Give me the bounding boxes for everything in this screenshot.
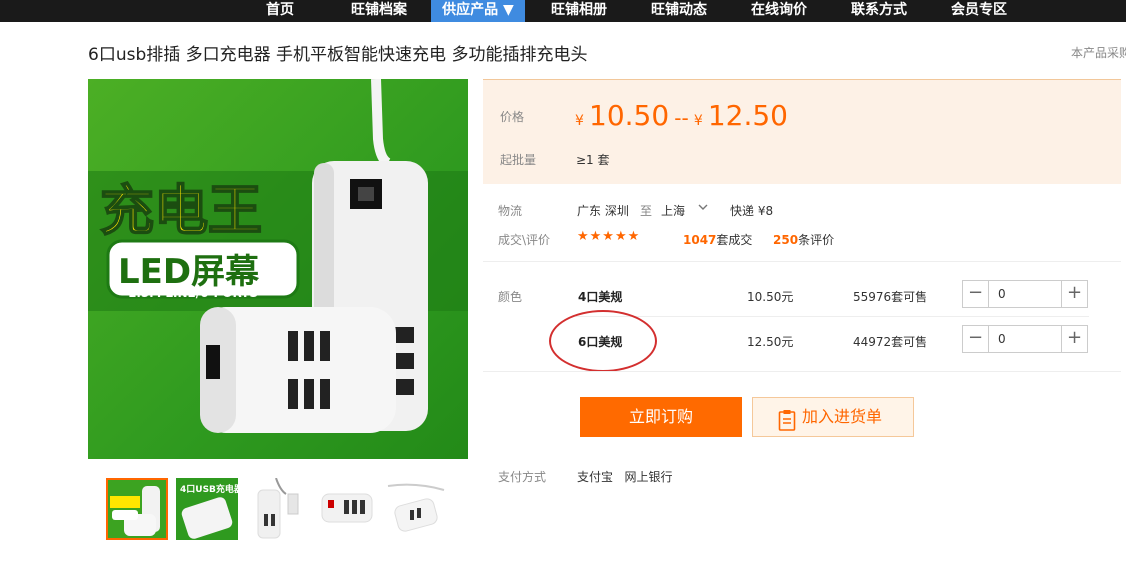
nav-contact[interactable]: 联系方式 xyxy=(840,0,918,22)
buy-now-button[interactable]: 立即订购 xyxy=(580,397,742,437)
review-count: 250 xyxy=(773,233,799,247)
deal-suffix: 套成交 xyxy=(716,233,753,247)
minus-button[interactable]: − xyxy=(963,326,989,352)
clipboard-icon xyxy=(778,407,796,445)
nav-products[interactable]: 供应产品 ▼ xyxy=(431,0,525,22)
brand-text: 充电王 xyxy=(100,179,262,242)
divider xyxy=(483,371,1121,372)
thumbnail-1[interactable] xyxy=(106,478,168,540)
currency-symbol: ¥ xyxy=(693,113,703,129)
ship-from: 广东 深圳 xyxy=(577,204,629,218)
price-low: 10.50 xyxy=(589,99,670,132)
plus-button[interactable]: + xyxy=(1061,281,1087,307)
logistics-label: 物流 xyxy=(498,204,523,218)
review-count-block[interactable]: 250条评价 xyxy=(773,231,834,248)
thumbnail-2[interactable]: 4口USB充电器 xyxy=(176,478,238,540)
sku-price: 12.50元 xyxy=(747,335,794,349)
divider xyxy=(483,261,1121,262)
ship-to-word: 至 xyxy=(640,204,653,218)
quantity-stepper: − + xyxy=(962,325,1088,353)
sku-price: 10.50元 xyxy=(747,290,794,304)
nav-inquiry[interactable]: 在线询价 xyxy=(740,0,818,22)
chevron-down-icon[interactable] xyxy=(697,199,709,219)
side-note[interactable]: 本产品采购 xyxy=(1071,44,1126,61)
deals-label: 成交\评价 xyxy=(498,233,551,247)
thumbnail-3[interactable] xyxy=(246,478,308,540)
quantity-input[interactable] xyxy=(990,282,1060,306)
thumb2-text: 4口USB充电器 xyxy=(180,483,238,495)
review-suffix: 条评价 xyxy=(798,233,835,247)
price-range: ¥ 10.50 -- ¥ 12.50 xyxy=(575,99,788,132)
top-nav: 首页 旺铺档案 供应产品 ▼ 旺铺相册 旺铺动态 在线询价 联系方式 会员专区 xyxy=(0,0,1126,22)
plus-button[interactable]: + xyxy=(1061,326,1087,352)
price-separator: -- xyxy=(674,106,689,130)
nav-news[interactable]: 旺铺动态 xyxy=(640,0,718,22)
nav-album[interactable]: 旺铺相册 xyxy=(540,0,618,22)
sku-name[interactable]: 4口美规 xyxy=(578,288,622,305)
price-label: 价格 xyxy=(500,110,525,124)
currency-symbol: ¥ xyxy=(575,113,584,129)
quantity-stepper: − + xyxy=(962,280,1088,308)
rating-stars: ★★★★★ xyxy=(577,229,641,244)
moq-value: ≥1 套 xyxy=(576,153,610,167)
nav-shop-profile[interactable]: 旺铺档案 xyxy=(340,0,418,22)
thumbnail-5[interactable] xyxy=(386,478,448,540)
deal-count-block[interactable]: 1047套成交 xyxy=(683,231,752,248)
moq-label: 起批量 xyxy=(500,153,537,167)
main-product-image[interactable]: 充电王 LED屏幕 1.5M LINE/6-PORTS xyxy=(88,79,468,459)
spec-text: 1.5M LINE/6-PORTS xyxy=(128,286,258,300)
add-to-cart-label: 加入进货单 xyxy=(802,407,883,426)
add-to-cart-button[interactable]: 加入进货单 xyxy=(752,397,914,437)
deal-count: 1047 xyxy=(683,233,717,247)
sku-stock: 44972套可售 xyxy=(853,335,928,349)
annotation-circle xyxy=(549,310,657,372)
minus-button[interactable]: − xyxy=(963,281,989,307)
ship-to-select[interactable]: 上海 xyxy=(661,202,685,219)
thumbnail-4[interactable] xyxy=(316,478,378,540)
divider xyxy=(576,316,1089,317)
price-high: 12.50 xyxy=(707,99,788,132)
payment-methods: 支付宝 网上银行 xyxy=(577,470,673,484)
nav-home[interactable]: 首页 xyxy=(250,0,310,22)
payment-label: 支付方式 xyxy=(498,470,547,484)
color-label: 颜色 xyxy=(498,290,523,304)
nav-members[interactable]: 会员专区 xyxy=(940,0,1018,22)
shipping-fee: 快递 ¥8 xyxy=(730,204,774,218)
sku-stock: 55976套可售 xyxy=(853,290,928,304)
product-title: 6口usb排插 多口充电器 手机平板智能快速充电 多功能插排充电头 xyxy=(88,45,588,65)
quantity-input[interactable] xyxy=(990,327,1060,351)
